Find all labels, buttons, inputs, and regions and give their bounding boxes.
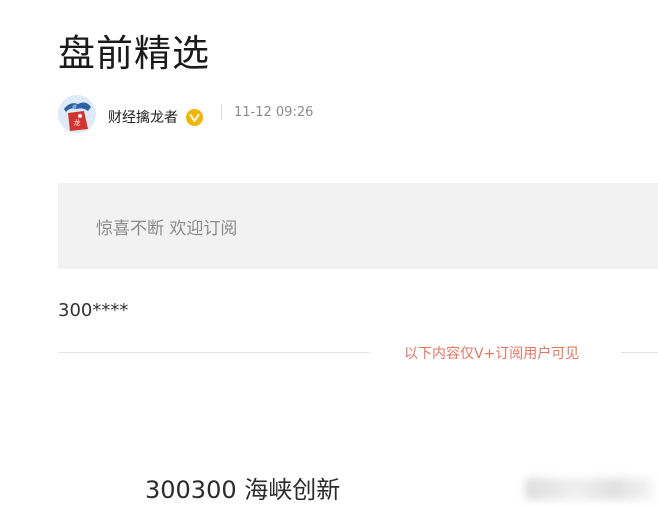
blurred-locked-content — [525, 478, 653, 500]
subscribe-promo-box: 惊喜不断 欢迎订阅 — [58, 183, 658, 269]
svg-text:龙: 龙 — [74, 118, 81, 127]
vip-paywall-divider: 以下内容仅V+订阅用户可见 — [58, 342, 658, 362]
verified-badge-icon — [186, 108, 203, 126]
stock-name-image-text: 300300 海峡创新 — [145, 476, 341, 504]
vip-only-notice: 以下内容仅V+订阅用户可见 — [404, 346, 580, 362]
author-name[interactable]: 财经擒龙者 — [108, 107, 178, 127]
dragon-mascot-icon: 龙 — [58, 95, 96, 133]
publish-timestamp: 11-12 09:26 — [234, 104, 314, 120]
author-avatar[interactable]: 龙 — [58, 95, 96, 133]
article-page: 盘前精选 龙 财经擒龙者 11-12 09:26 惊喜不断 欢迎订阅 300**… — [0, 0, 658, 506]
subscribe-promo-text: 惊喜不断 欢迎订阅 — [96, 219, 238, 239]
author-row: 龙 财经擒龙者 11-12 09:26 — [58, 94, 313, 134]
article-title: 盘前精选 — [58, 32, 210, 75]
divider-line-left — [58, 352, 370, 353]
divider-line-right — [621, 352, 658, 353]
author-divider — [221, 104, 222, 120]
stock-code-masked: 300**** — [58, 300, 129, 321]
